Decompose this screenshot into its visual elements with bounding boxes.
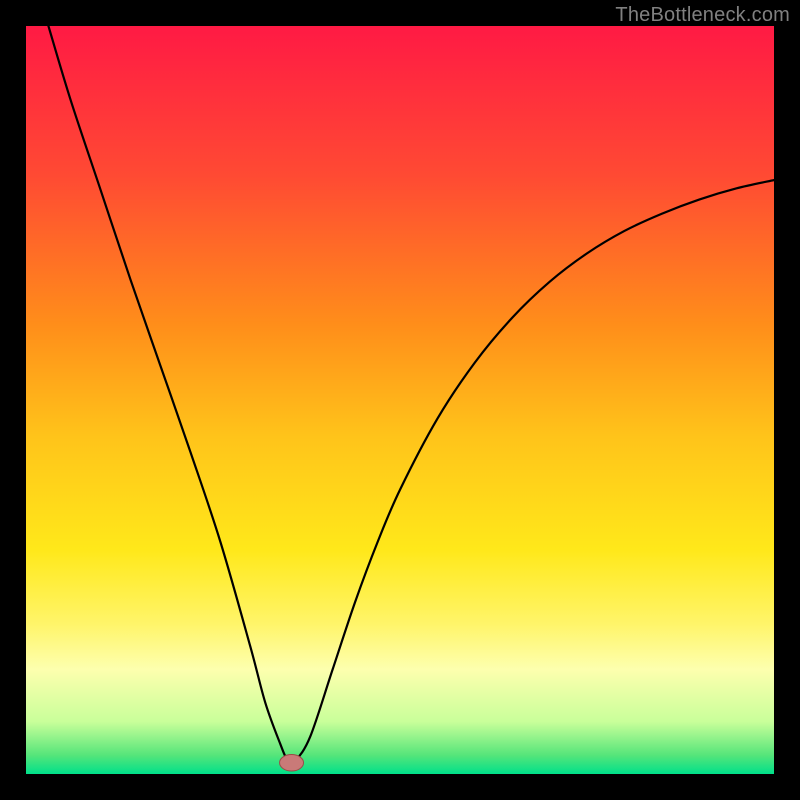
gradient-background [26,26,774,774]
optimal-marker [280,755,304,771]
bottleneck-chart [26,26,774,774]
watermark-label: TheBottleneck.com [615,4,790,27]
chart-frame: TheBottleneck.com [0,0,800,800]
plot-area [26,26,774,774]
